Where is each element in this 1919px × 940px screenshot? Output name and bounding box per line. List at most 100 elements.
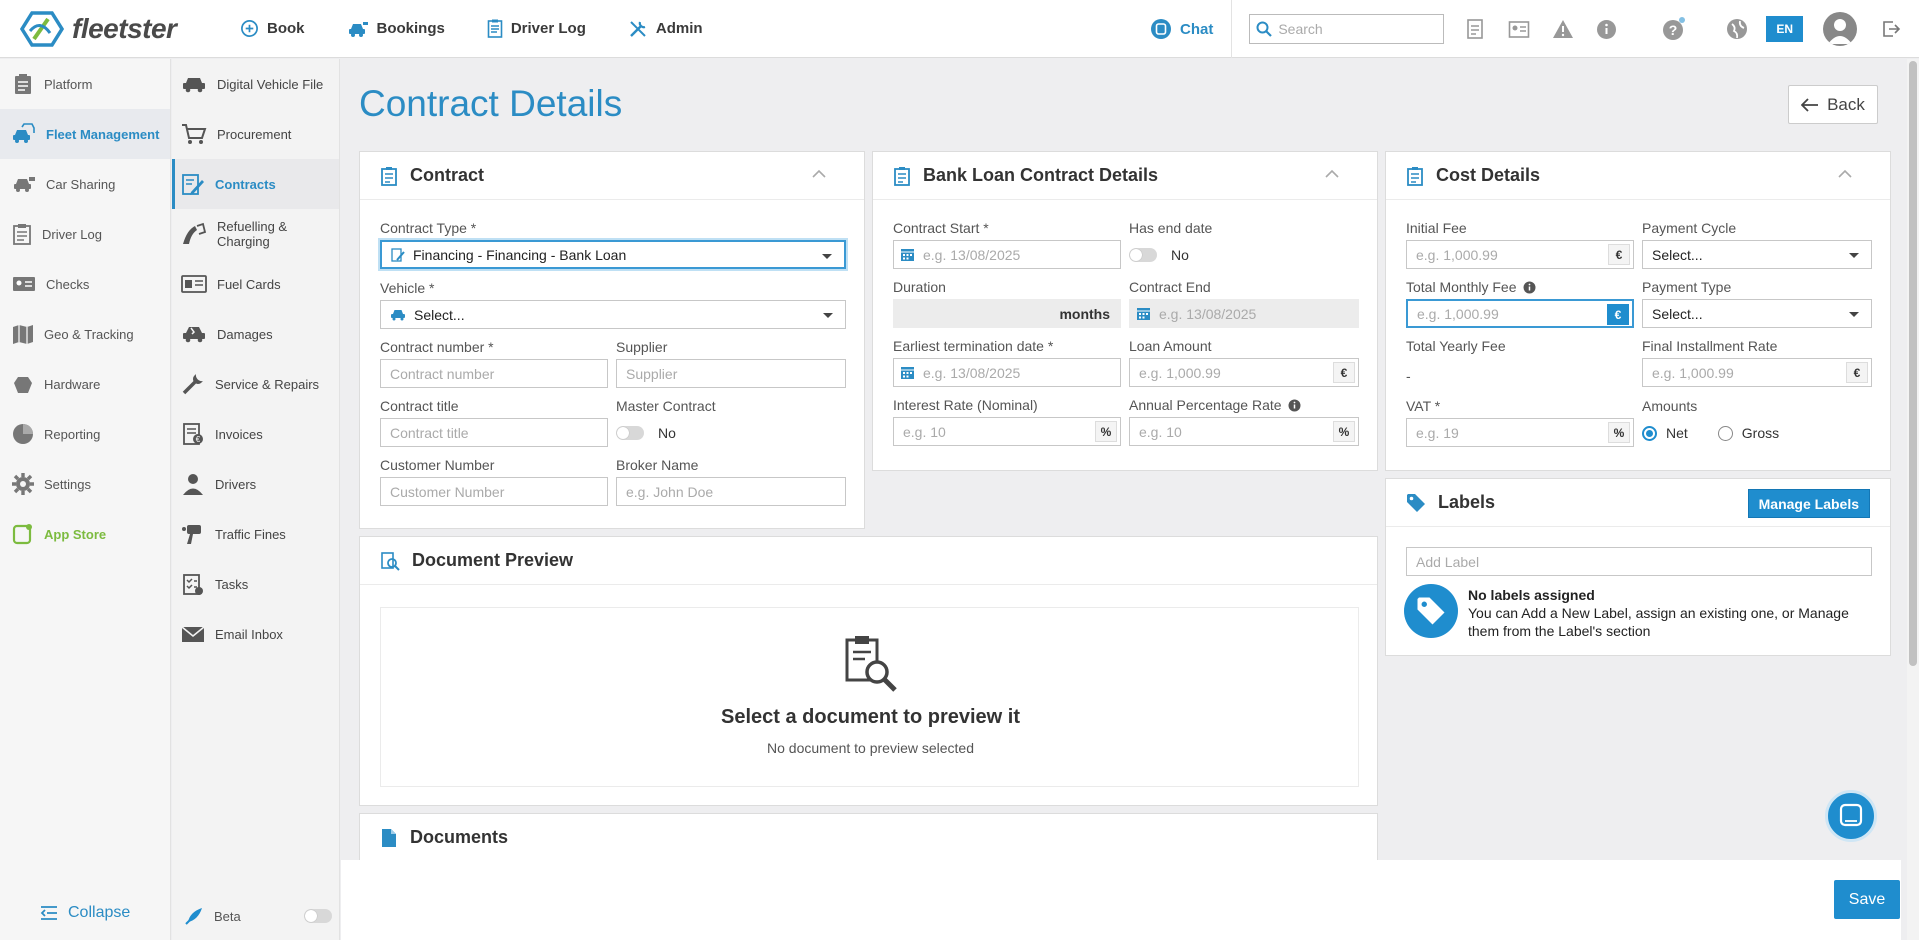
master-contract-toggle[interactable]	[616, 426, 644, 440]
logout-icon[interactable]	[1881, 19, 1901, 39]
subnav-item-refuelling-charging[interactable]: Refuelling & Charging	[172, 209, 339, 259]
apr-input[interactable]: e.g. 10 %	[1129, 417, 1359, 446]
beta-toggle[interactable]	[304, 909, 332, 923]
has-end-date-value: No	[1171, 247, 1189, 263]
page-scrollbar[interactable]	[1907, 59, 1919, 940]
contract-start-input[interactable]: e.g. 13/08/2025	[893, 240, 1121, 269]
subnav-item-service-repairs[interactable]: Service & Repairs	[172, 359, 339, 409]
sidebar-item-hardware[interactable]: Hardware	[0, 359, 170, 409]
checklist-icon[interactable]	[1466, 18, 1486, 40]
initial-fee-input[interactable]: e.g. 1,000.99 €	[1406, 240, 1634, 269]
sidebar-item-fleet-management[interactable]: Fleet Management	[0, 109, 170, 159]
back-button[interactable]: Back	[1788, 85, 1878, 124]
info-icon[interactable]	[1523, 281, 1536, 294]
svg-text:?: ?	[1669, 22, 1678, 38]
save-button[interactable]: Save	[1834, 880, 1900, 919]
search-box[interactable]	[1249, 14, 1445, 44]
subnav-item-tasks[interactable]: Tasks	[172, 559, 339, 609]
amounts-net-radio[interactable]	[1642, 425, 1657, 441]
chevron-up-icon[interactable]	[1838, 169, 1852, 179]
sidebar-item-label: Car Sharing	[46, 176, 116, 192]
payment-cycle-select[interactable]: Select...	[1642, 240, 1872, 269]
contract-type-select[interactable]: Financing - Financing - Bank Loan	[380, 240, 846, 269]
warning-icon[interactable]	[1552, 19, 1574, 39]
subnav-item-email-inbox[interactable]: Email Inbox	[172, 609, 339, 659]
chat-launcher-button[interactable]	[1825, 790, 1877, 842]
interest-rate-input[interactable]: e.g. 10 %	[893, 417, 1121, 446]
sidebar-item-app-store[interactable]: App Store	[0, 509, 170, 559]
info-icon[interactable]	[1596, 19, 1617, 40]
subnav-item-procurement[interactable]: Procurement	[172, 109, 339, 159]
chat-link[interactable]: Chat	[1150, 0, 1233, 58]
sidebar-item-platform[interactable]: Platform	[0, 59, 170, 109]
broker-name-input[interactable]: e.g. John Doe	[616, 477, 846, 506]
has-end-date-switch[interactable]: No	[1129, 247, 1189, 263]
chevron-up-icon[interactable]	[812, 169, 826, 179]
cost-details-card-header[interactable]: Cost Details	[1386, 152, 1890, 200]
chevron-up-icon[interactable]	[1325, 169, 1339, 179]
subnav-item-damages[interactable]: Damages	[172, 309, 339, 359]
contract-card-title: Contract	[410, 165, 485, 185]
amounts-gross-label: Gross	[1741, 425, 1780, 441]
damaged-car-icon	[183, 327, 205, 343]
total-monthly-fee-input[interactable]: e.g. 1,000.99 €	[1406, 299, 1634, 328]
sidebar-item-car-sharing[interactable]: Car Sharing	[0, 159, 170, 209]
nav-bookings[interactable]: Bookings	[347, 20, 445, 38]
supplier-input[interactable]: Supplier	[616, 359, 846, 388]
nav-book-label: Book	[267, 20, 305, 37]
nav-driver-log[interactable]: Driver Log	[487, 19, 586, 38]
has-end-date-toggle[interactable]	[1129, 248, 1157, 262]
loan-amount-input[interactable]: e.g. 1,000.99 €	[1129, 358, 1359, 387]
help-icon[interactable]: ?	[1662, 17, 1686, 41]
globe-icon[interactable]	[1726, 18, 1748, 40]
bank-loan-card-header[interactable]: Bank Loan Contract Details	[873, 152, 1377, 200]
subnav-item-contracts[interactable]: Contracts	[172, 159, 339, 209]
id-card-icon[interactable]	[1508, 19, 1530, 39]
customer-number-input[interactable]: Customer Number	[380, 477, 608, 506]
car-icon	[14, 177, 35, 192]
supplier-placeholder: Supplier	[626, 365, 678, 382]
add-label-input[interactable]: Add Label	[1406, 547, 1872, 576]
vat-input[interactable]: e.g. 19 %	[1406, 418, 1634, 447]
sidebar-item-checks[interactable]: Checks	[0, 259, 170, 309]
customer-number-placeholder: Customer Number	[390, 483, 505, 500]
clipboard-icon	[15, 74, 31, 94]
duration-input[interactable]: months	[893, 299, 1121, 328]
manage-labels-button[interactable]: Manage Labels	[1747, 489, 1870, 518]
amounts-label: Amounts	[1642, 398, 1698, 414]
contract-title-input[interactable]: Contract title	[380, 418, 608, 447]
wrench-icon	[182, 374, 203, 395]
sidebar-item-driver-log[interactable]: Driver Log	[0, 209, 170, 259]
vehicle-select[interactable]: Select...	[380, 300, 846, 329]
subnav-item-digital-vehicle-file[interactable]: Digital Vehicle File	[172, 59, 339, 109]
collapse-button[interactable]: Collapse	[40, 904, 130, 922]
subnav-item-drivers[interactable]: Drivers	[172, 459, 339, 509]
subnav-item-invoices[interactable]: € Invoices	[172, 409, 339, 459]
add-label-placeholder: Add Label	[1416, 553, 1480, 570]
scrollbar-thumb[interactable]	[1909, 61, 1917, 666]
final-installment-input[interactable]: e.g. 1,000.99 €	[1642, 358, 1872, 387]
subnav-item-fuel-cards[interactable]: Fuel Cards	[172, 259, 339, 309]
sidebar-item-reporting[interactable]: Reporting	[0, 409, 170, 459]
document-preview-card-title: Document Preview	[412, 550, 574, 570]
master-contract-switch[interactable]: No	[616, 425, 676, 441]
sidebar-item-geo-tracking[interactable]: Geo & Tracking	[0, 309, 170, 359]
info-icon[interactable]	[1288, 399, 1301, 412]
log-icon	[13, 224, 31, 245]
nav-admin[interactable]: Admin	[628, 19, 703, 39]
nav-book[interactable]: Book	[240, 19, 305, 38]
amounts-gross-radio[interactable]	[1717, 425, 1733, 441]
sidebar-item-settings[interactable]: Settings	[0, 459, 170, 509]
brand-logo[interactable]: fleetster	[20, 10, 240, 47]
fleetster-logo-icon	[20, 10, 64, 47]
contract-card-header[interactable]: Contract	[360, 152, 864, 200]
search-input[interactable]	[1278, 21, 1439, 37]
sidebar-item-label: Geo & Tracking	[44, 326, 134, 342]
earliest-termination-input[interactable]: e.g. 13/08/2025	[893, 358, 1121, 387]
nav-admin-label: Admin	[655, 20, 703, 37]
avatar[interactable]	[1823, 12, 1857, 46]
contract-number-input[interactable]: Contract number	[380, 359, 608, 388]
language-button[interactable]: EN	[1766, 16, 1803, 42]
subnav-item-traffic-fines[interactable]: Traffic Fines	[172, 509, 339, 559]
payment-type-select[interactable]: Select...	[1642, 299, 1872, 328]
